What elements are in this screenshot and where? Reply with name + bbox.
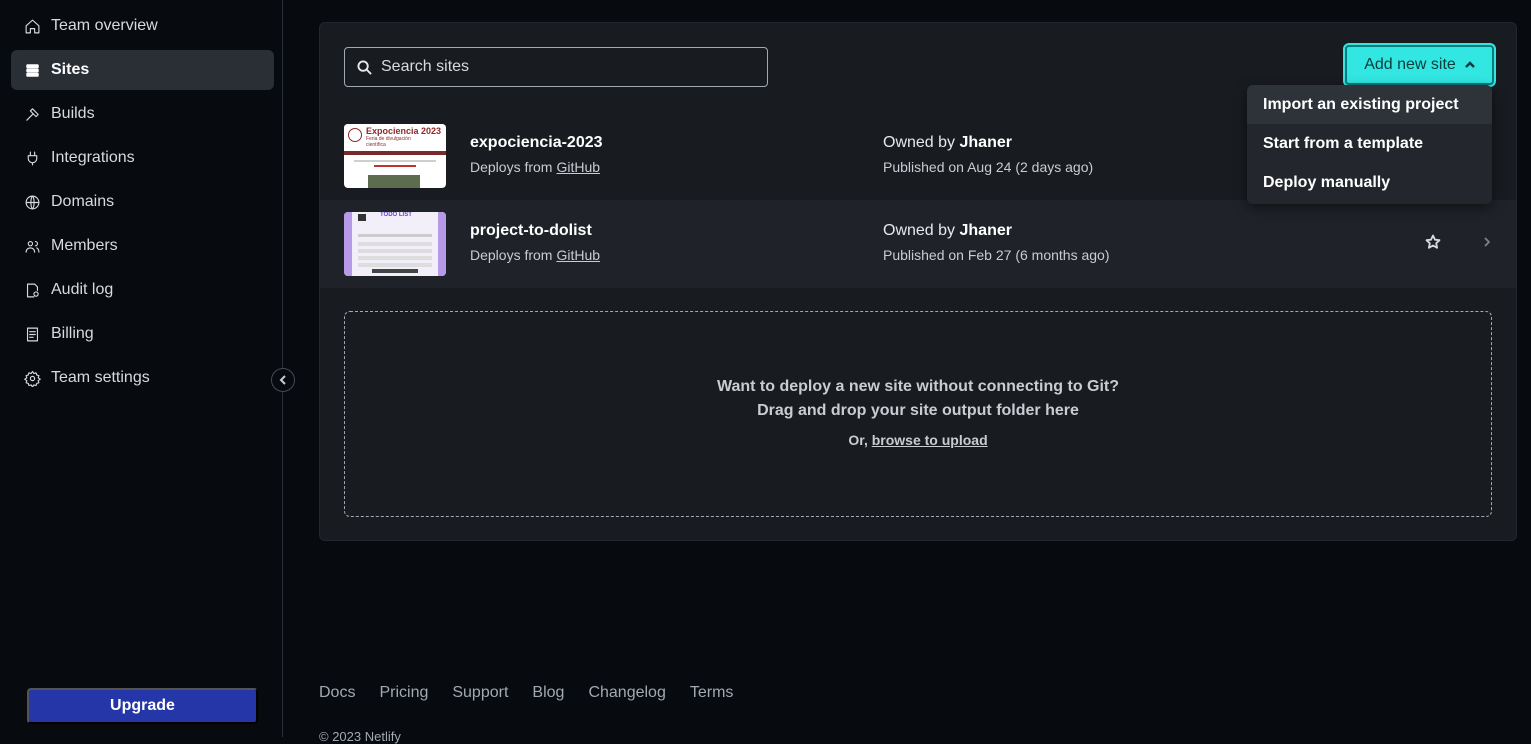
dropzone-title: Want to deploy a new site without connec…: [716, 378, 1120, 395]
favorite-star-button[interactable]: [1425, 234, 1443, 252]
search-icon: [357, 59, 372, 75]
footer-link-support[interactable]: Support: [452, 684, 508, 702]
plug-icon: [23, 149, 41, 167]
star-icon: [1425, 234, 1441, 249]
gear-icon: [23, 369, 41, 387]
menu-item-deploy-manually[interactable]: Deploy manually: [1247, 163, 1492, 202]
hammer-icon: [23, 105, 41, 123]
sidebar-item-team-overview[interactable]: Team overview: [11, 6, 274, 46]
search-input[interactable]: [381, 58, 761, 76]
sidebar-item-members[interactable]: Members: [11, 226, 274, 266]
sidebar-item-label: Members: [51, 237, 118, 254]
chevron-right-icon: [1484, 237, 1490, 247]
sidebar-item-domains[interactable]: Domains: [11, 182, 274, 222]
globe-icon: [23, 193, 41, 211]
layers-icon: [23, 61, 41, 79]
chevron-left-icon: [279, 375, 286, 385]
footer-link-blog[interactable]: Blog: [532, 684, 564, 702]
dropzone-subtitle: Drag and drop your site output folder he…: [757, 402, 1079, 419]
footer-link-pricing[interactable]: Pricing: [379, 684, 428, 702]
sidebar-item-label: Team settings: [51, 369, 150, 386]
collapse-sidebar-button[interactable]: [271, 368, 295, 392]
home-icon: [23, 17, 41, 35]
site-thumbnail: Expociencia 2023 Feria de divulgación ci…: [344, 124, 446, 188]
owner-name: Jhaner: [959, 134, 1012, 151]
site-row[interactable]: TODO LIST project-to-dolist Deploys from…: [320, 200, 1516, 288]
search-field[interactable]: [344, 47, 768, 87]
sidebar-item-label: Audit log: [51, 281, 114, 298]
sidebar-item-builds[interactable]: Builds: [11, 94, 274, 134]
owned-by: Owned by Jhaner: [883, 222, 1012, 239]
sidebar-item-audit-log[interactable]: Audit log: [11, 270, 274, 310]
published-date: Published on Feb 27 (6 months ago): [883, 247, 1110, 263]
footer-links: Docs Pricing Support Blog Changelog Term…: [319, 684, 733, 702]
owner-name: Jhaner: [959, 222, 1012, 239]
open-site-chevron[interactable]: [1480, 235, 1494, 254]
menu-item-import-project[interactable]: Import an existing project: [1247, 85, 1492, 124]
add-new-site-menu: Import an existing project Start from a …: [1247, 85, 1492, 204]
footer-link-terms[interactable]: Terms: [690, 684, 734, 702]
chevron-up-icon: [1464, 61, 1475, 68]
owned-by: Owned by Jhaner: [883, 134, 1012, 151]
upgrade-button[interactable]: Upgrade: [27, 688, 258, 724]
sidebar-item-label: Domains: [51, 193, 115, 210]
deploys-from: Deploys from GitHub: [470, 247, 601, 263]
audit-icon: [23, 281, 41, 299]
dropzone-upload-line: Or, browse to upload: [848, 432, 988, 448]
drag-drop-zone[interactable]: Want to deploy a new site without connec…: [344, 311, 1492, 517]
published-date: Published on Aug 24 (2 days ago): [883, 159, 1094, 175]
footer-link-changelog[interactable]: Changelog: [588, 684, 665, 702]
sidebar-item-label: Sites: [51, 61, 90, 78]
browse-to-upload-link[interactable]: browse to upload: [872, 432, 988, 448]
receipt-icon: [23, 325, 41, 343]
sidebar-item-label: Integrations: [51, 149, 135, 166]
site-name[interactable]: project-to-dolist: [470, 222, 592, 240]
github-link[interactable]: GitHub: [556, 247, 600, 263]
sidebar-item-billing[interactable]: Billing: [11, 314, 274, 354]
site-name[interactable]: expociencia-2023: [470, 134, 603, 152]
sidebar-item-sites[interactable]: Sites: [11, 50, 274, 90]
site-thumbnail: TODO LIST: [344, 212, 446, 276]
sidebar-item-team-settings[interactable]: Team settings: [11, 358, 274, 398]
users-icon: [23, 237, 41, 255]
deploys-from: Deploys from GitHub: [470, 159, 601, 175]
sidebar-item-label: Builds: [51, 105, 95, 122]
menu-item-start-template[interactable]: Start from a template: [1247, 124, 1492, 163]
add-new-site-label: Add new site: [1364, 56, 1456, 73]
sidebar-item-label: Billing: [51, 325, 94, 342]
sidebar: Team overview Sites Builds Integrations …: [0, 0, 283, 737]
footer-link-docs[interactable]: Docs: [319, 684, 355, 702]
add-new-site-button[interactable]: Add new site: [1345, 45, 1494, 85]
github-link[interactable]: GitHub: [556, 159, 600, 175]
sidebar-item-label: Team overview: [51, 17, 158, 34]
sidebar-item-integrations[interactable]: Integrations: [11, 138, 274, 178]
